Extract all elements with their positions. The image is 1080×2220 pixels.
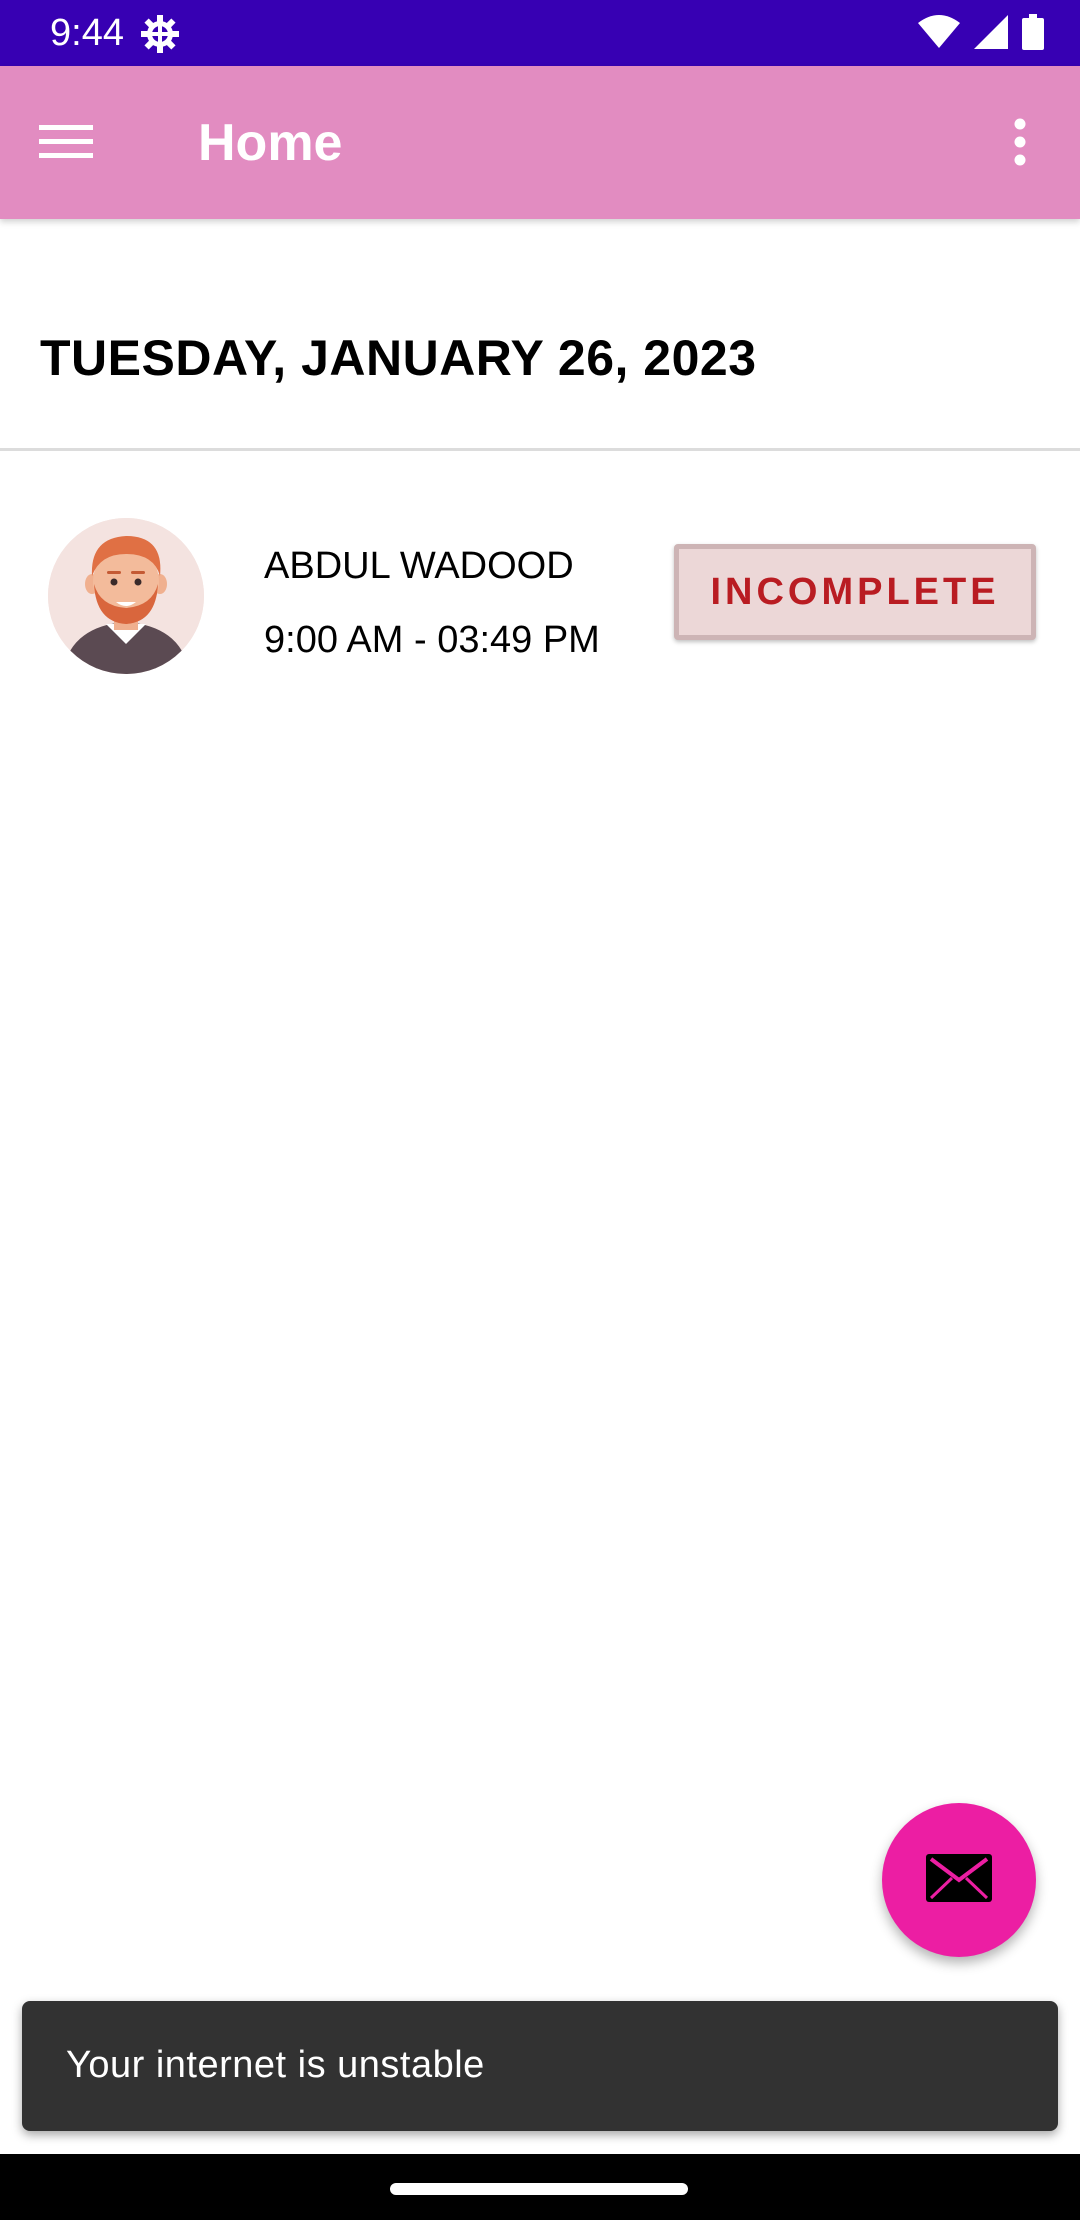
- page-title: Home: [198, 114, 343, 172]
- wifi-icon: [918, 14, 960, 54]
- hamburger-menu-icon[interactable]: [30, 106, 102, 178]
- battery-icon: [1022, 13, 1044, 55]
- date-header: TUESDAY, JANUARY 26, 2023: [40, 330, 757, 386]
- settings-gear-icon: [140, 14, 180, 54]
- more-vert-icon[interactable]: [984, 106, 1056, 178]
- envelope-icon: [926, 1853, 992, 1907]
- status-icons: [918, 13, 1044, 55]
- status-badge-button[interactable]: INCOMPLETE: [674, 544, 1036, 640]
- send-message-fab[interactable]: [882, 1803, 1036, 1957]
- system-nav-bar: [0, 2154, 1080, 2220]
- employee-name: ABDUL WADOOD: [264, 545, 574, 587]
- home-screen: 9:44 Home TUESDAY, JANUARY 26, 2023 ABDU…: [0, 0, 1080, 2220]
- cell-signal-icon: [974, 14, 1008, 54]
- status-bar: 9:44: [0, 0, 1080, 66]
- home-gesture-handle[interactable]: [390, 2183, 688, 2195]
- avatar-icon: [48, 518, 204, 674]
- snackbar-message: Your internet is unstable: [66, 2044, 485, 2086]
- employee-time-range: 9:00 AM - 03:49 PM: [264, 619, 600, 661]
- divider: [0, 448, 1080, 451]
- list-item[interactable]: ABDUL WADOOD 9:00 AM - 03:49 PM INCOMPLE…: [0, 500, 1080, 700]
- status-time: 9:44: [50, 12, 124, 54]
- app-bar: Home: [0, 66, 1080, 219]
- snackbar: Your internet is unstable: [22, 2001, 1058, 2131]
